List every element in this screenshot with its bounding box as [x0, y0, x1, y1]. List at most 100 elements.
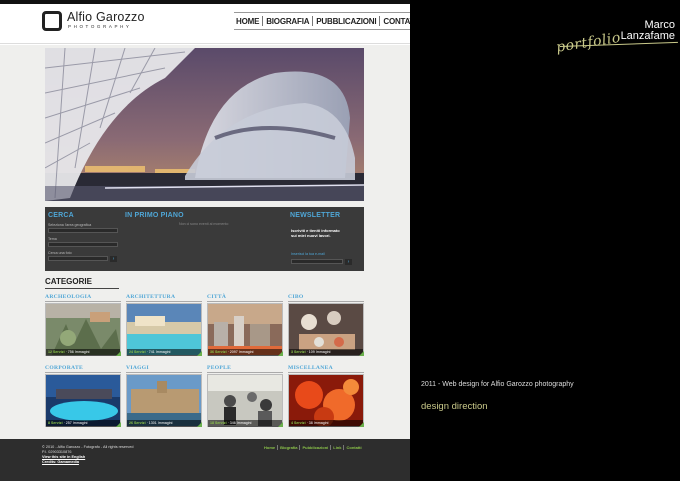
nav-separator: [312, 16, 314, 26]
category-name[interactable]: CITTÀ: [207, 294, 226, 300]
category-services: 24 Servizi: [129, 350, 146, 354]
category-meta: 4 Servizi · 38 Immagini: [289, 420, 363, 427]
category-services: 3 Servizi: [291, 350, 306, 354]
category-services: 12 Servizi: [48, 350, 65, 354]
area-label: Seleziona l'area geografica: [48, 223, 92, 227]
category-meta: 12 Servizi · 756 Immagini: [46, 349, 120, 356]
search-go-button[interactable]: ›: [110, 256, 117, 262]
category-rule: [207, 301, 283, 302]
category-images: 741 Immagini: [148, 350, 171, 354]
category-images: 257 Immagini: [65, 421, 88, 425]
primo-piano-empty: Non ci sono eventi al momento: [179, 222, 229, 226]
search-input[interactable]: [48, 256, 108, 261]
footer-nav-biografia[interactable]: Biografia: [278, 445, 299, 450]
tema-label: Tema: [48, 237, 57, 241]
website-screenshot: Alfio Garozzo PHOTOGRAPHY HOME BIOGRAFIA…: [0, 0, 410, 481]
category-meta: 18 Servizi · 346 Immagini: [208, 420, 282, 427]
portfolio-author: Marco Lanzafame: [621, 20, 675, 42]
nav-separator: [379, 16, 381, 26]
category-name[interactable]: ARCHITETTURA: [126, 294, 175, 300]
site-header: Alfio Garozzo PHOTOGRAPHY HOME BIOGRAFIA…: [0, 4, 410, 44]
category-rule: [126, 301, 202, 302]
category-services: 18 Servizi: [210, 421, 227, 425]
category-card[interactable]: PEOPLE 18 Servizi · 346 Immagini: [207, 365, 283, 431]
newsletter-go-button[interactable]: ›: [345, 259, 352, 265]
category-images: 756 Immagini: [67, 350, 90, 354]
category-card[interactable]: CITTÀ 36 Servizi · 2097 Immagini: [207, 294, 283, 360]
area-select[interactable]: [48, 228, 118, 233]
footer-nav-pubblicazioni[interactable]: Pubblicazioni: [300, 445, 330, 450]
logo-name[interactable]: Alfio Garozzo: [67, 10, 145, 24]
logo-subtitle: PHOTOGRAPHY: [68, 24, 132, 29]
category-corner-icon: [197, 422, 202, 427]
category-name[interactable]: VIAGGI: [126, 365, 149, 371]
category-corner-icon: [278, 422, 283, 427]
category-corner-icon: [116, 351, 121, 356]
footer-nav-link[interactable]: Link: [331, 445, 343, 450]
category-corner-icon: [197, 351, 202, 356]
hero-image: [45, 48, 364, 201]
nav-separator: [262, 16, 264, 26]
search-heading: CERCA: [48, 212, 74, 219]
main-nav: HOME BIOGRAFIA PUBBLICAZIONI CONTATTI: [234, 12, 410, 30]
footer-credits-link[interactable]: Credits: Gamamedia: [42, 460, 133, 465]
category-name[interactable]: CORPORATE: [45, 365, 83, 371]
footer-nav: Home Biografia Pubblicazioni Link Contat…: [262, 445, 364, 450]
category-images: 38 Immagini: [308, 421, 329, 425]
footer-nav-home[interactable]: Home: [262, 445, 277, 450]
category-rule: [45, 372, 121, 373]
project-role: design direction: [421, 401, 488, 412]
tema-select[interactable]: [48, 242, 118, 247]
category-meta: 3 Servizi · 109 Immagini: [289, 349, 363, 356]
logo-icon[interactable]: [42, 11, 62, 31]
portfolio-script-logo: portfolio: [555, 29, 622, 56]
footer-nav-contatti[interactable]: Contatti: [344, 445, 363, 450]
newsletter-heading: NEWSLETTER: [290, 212, 341, 219]
nav-home[interactable]: HOME: [234, 13, 261, 29]
primo-piano-heading: IN PRIMO PIANO: [125, 212, 184, 219]
category-name[interactable]: MISCELLANEA: [288, 365, 333, 371]
author-last-name: Lanzafame: [620, 30, 675, 42]
category-card[interactable]: MISCELLANEA 4 Servizi · 38 Immagini: [288, 365, 364, 431]
newsletter-email-input[interactable]: [291, 259, 343, 264]
category-card[interactable]: ARCHEOLOGIA 12 Servizi · 756 Immagini: [45, 294, 121, 360]
category-corner-icon: [116, 422, 121, 427]
nav-pubblicazioni[interactable]: PUBBLICAZIONI: [314, 13, 378, 29]
categories-heading: CATEGORIE: [45, 277, 92, 286]
nav-contatti[interactable]: CONTATTI: [381, 13, 410, 29]
category-card[interactable]: ARCHITETTURA 24 Servizi · 741 Immagini: [126, 294, 202, 360]
category-services: 36 Servizi: [210, 350, 227, 354]
newsletter-text-2: sui miei nuovi lavori.: [291, 233, 331, 238]
category-services: 8 Servizi: [48, 421, 63, 425]
category-card[interactable]: CIBO 3 Servizi · 109 Immagini: [288, 294, 364, 360]
category-card[interactable]: CORPORATE 8 Servizi · 257 Immagini: [45, 365, 121, 431]
category-images: 346 Immagini: [229, 421, 252, 425]
search-text-label: Cerca una foto: [48, 251, 72, 255]
category-meta: 26 Servizi · 1301 Immagini: [127, 420, 201, 427]
categories-rule: [45, 288, 119, 289]
category-rule: [207, 372, 283, 373]
category-name[interactable]: CIBO: [288, 294, 304, 300]
category-rule: [45, 301, 121, 302]
category-rule: [126, 372, 202, 373]
category-images: 109 Immagini: [308, 350, 331, 354]
category-name[interactable]: PEOPLE: [207, 365, 231, 371]
category-services: 26 Servizi: [129, 421, 146, 425]
category-images: 2097 Immagini: [229, 350, 254, 354]
site-footer: © 2010 - Alfio Garozzo - Fotografo - All…: [0, 439, 410, 481]
newsletter-email-label: Inserisci la tua e-mail: [291, 252, 325, 256]
project-caption: 2011 - Web design for Alfio Garozzo phot…: [421, 381, 574, 388]
category-card[interactable]: VIAGGI 26 Servizi · 1301 Immagini: [126, 365, 202, 431]
info-band: CERCA Seleziona l'area geografica Tema C…: [45, 207, 364, 271]
footer-copy: © 2010 - Alfio Garozzo - Fotografo - All…: [42, 445, 133, 465]
category-name[interactable]: ARCHEOLOGIA: [45, 294, 92, 300]
category-services: 4 Servizi: [291, 421, 306, 425]
category-images: 1301 Immagini: [148, 421, 173, 425]
category-rule: [288, 301, 364, 302]
category-meta: 24 Servizi · 741 Immagini: [127, 349, 201, 356]
category-corner-icon: [278, 351, 283, 356]
category-corner-icon: [359, 422, 364, 427]
nav-biografia[interactable]: BIOGRAFIA: [264, 13, 311, 29]
category-meta: 36 Servizi · 2097 Immagini: [208, 349, 282, 356]
category-meta: 8 Servizi · 257 Immagini: [46, 420, 120, 427]
